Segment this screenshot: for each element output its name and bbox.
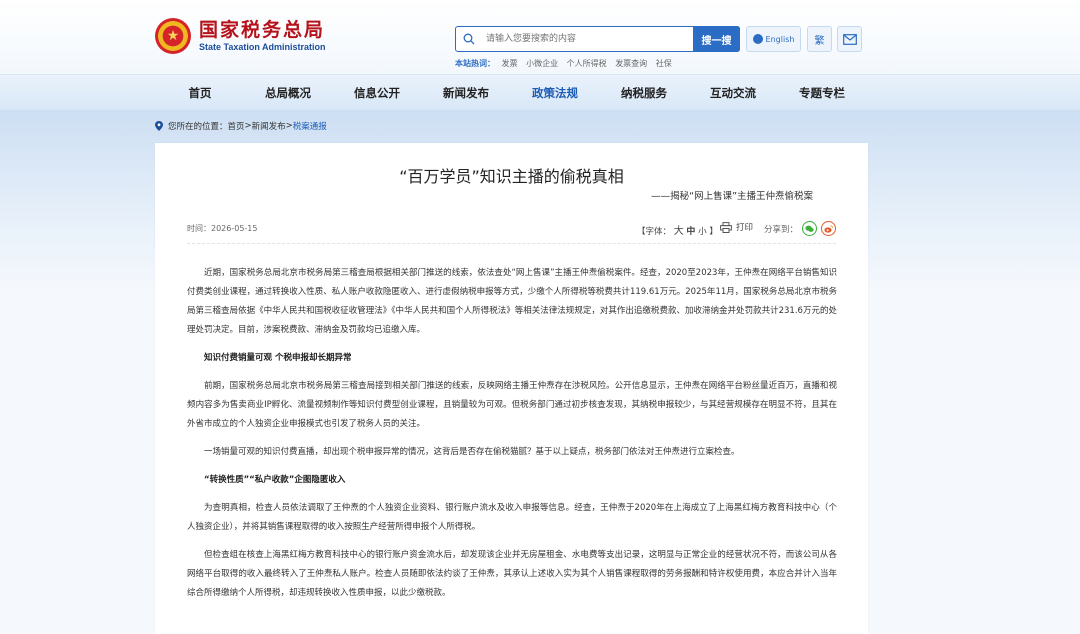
national-emblem-icon: ★ (155, 18, 191, 54)
hot-word-link[interactable]: 发票查询 (615, 59, 647, 68)
publish-date: 时间：2026-05-15 (187, 224, 258, 233)
logo-chinese-name: 国家税务总局 (199, 19, 326, 41)
article-subtitle: ——揭秘“网上售课”主播王仲焘偷税案 (651, 191, 813, 202)
article-paragraph: 但检查组在核查上海黑红梅方教育科技中心的银行账户资金流水后，却发现该企业并无房屋… (187, 550, 837, 598)
traditional-chinese-button[interactable]: 繁 (807, 26, 832, 52)
nav-interaction[interactable]: 互动交流 (700, 75, 766, 111)
site-header: ★ 国家税务总局 State Taxation Administration 搜… (0, 0, 1080, 74)
hot-word-link[interactable]: 发票 (502, 59, 518, 68)
search-box: 搜一搜 (455, 26, 740, 52)
globe-icon (752, 34, 763, 44)
site-logo[interactable]: ★ 国家税务总局 State Taxation Administration (155, 18, 326, 54)
breadcrumb: 您所在的位置： 首页 > 新闻发布 > 税案通报 (155, 120, 327, 132)
article-subheading: 知识付费销量可观 个税申报却长期异常 (204, 353, 352, 363)
logo-english-name: State Taxation Administration (199, 42, 326, 52)
font-size-close: 】 (709, 227, 718, 237)
nav-news[interactable]: 新闻发布 (433, 75, 499, 111)
font-size-large[interactable]: 大 (674, 226, 684, 237)
breadcrumb-separator: > (285, 121, 293, 131)
wechat-share-icon[interactable] (802, 221, 818, 236)
breadcrumb-news[interactable]: 新闻发布 (252, 120, 286, 132)
search-icon (456, 27, 482, 51)
article-paragraph: 近期，国家税务总局北京市税务局第三稽查局根据相关部门推送的线索，依法查处“网上售… (187, 268, 837, 335)
hot-words: 本站热词： 发票 小微企业 个人所得税 发票查询 社保 (455, 58, 678, 69)
hot-word-link[interactable]: 社保 (656, 59, 672, 68)
article-paragraph: 为查明真相，检查人员依法调取了王仲焘的个人独资企业资料、银行账户流水及收入申报等… (187, 503, 837, 532)
printer-icon (720, 221, 732, 233)
search-button[interactable]: 搜一搜 (693, 26, 740, 52)
english-label: English (765, 34, 795, 44)
breadcrumb-current[interactable]: 税案通报 (293, 120, 327, 132)
breadcrumb-home[interactable]: 首页 (228, 120, 245, 132)
share-label: 分享到： (764, 224, 799, 235)
weibo-share-icon[interactable] (821, 221, 837, 236)
hot-words-label: 本站热词： (455, 59, 495, 68)
article-subheading: “转换性质”“私户收款”企图隐匿收入 (204, 475, 346, 485)
english-button[interactable]: English (746, 26, 801, 52)
meta-divider (187, 243, 836, 244)
breadcrumb-prefix: 您所在的位置： (168, 122, 228, 132)
nav-home[interactable]: 首页 (170, 75, 230, 111)
mail-button[interactable] (837, 26, 862, 52)
location-pin-icon (155, 121, 163, 131)
article-title: “百万学员”知识主播的偷税真相 (399, 167, 624, 186)
article-body: 近期，国家税务总局北京市税务局第三稽查局根据相关部门推送的线索，依法查处“网上售… (187, 264, 837, 612)
article-paragraph: 一场销量可观的知识付费直播，却出现个税申报异常的情况，这背后是否存在偷税猫腻？基… (204, 447, 740, 457)
font-size-small[interactable]: 小 (698, 227, 707, 237)
font-size-label: 【字体： (637, 227, 672, 237)
hot-word-link[interactable]: 小微企业 (526, 59, 558, 68)
breadcrumb-separator: > (244, 121, 252, 131)
font-size-medium[interactable]: 中 (686, 227, 695, 237)
nav-tax-service[interactable]: 纳税服务 (611, 75, 677, 111)
font-size-switcher: 【字体： 大 中 小 】 (637, 222, 718, 237)
print-label: 打印 (736, 223, 754, 233)
share-bar: 分享到： (764, 221, 837, 236)
hot-word-link[interactable]: 个人所得税 (567, 59, 607, 68)
main-nav: 首页 总局概况 信息公开 新闻发布 政策法规 纳税服务 互动交流 专题专栏 (0, 74, 1080, 110)
nav-policy[interactable]: 政策法规 (522, 75, 588, 111)
mail-icon (842, 33, 857, 45)
nav-about[interactable]: 总局概况 (255, 75, 321, 111)
search-input[interactable] (482, 28, 692, 50)
article-paragraph: 前期，国家税务总局北京市税务局第三稽查局接到相关部门推送的线索，反映网络主播王仲… (187, 381, 837, 429)
article-card: “百万学员”知识主播的偷税真相 ——揭秘“网上售课”主播王仲焘偷税案 时间：20… (155, 143, 868, 634)
nav-info-disclosure[interactable]: 信息公开 (344, 75, 410, 111)
print-button[interactable]: 打印 (720, 221, 753, 233)
nav-topics[interactable]: 专题专栏 (789, 75, 855, 111)
